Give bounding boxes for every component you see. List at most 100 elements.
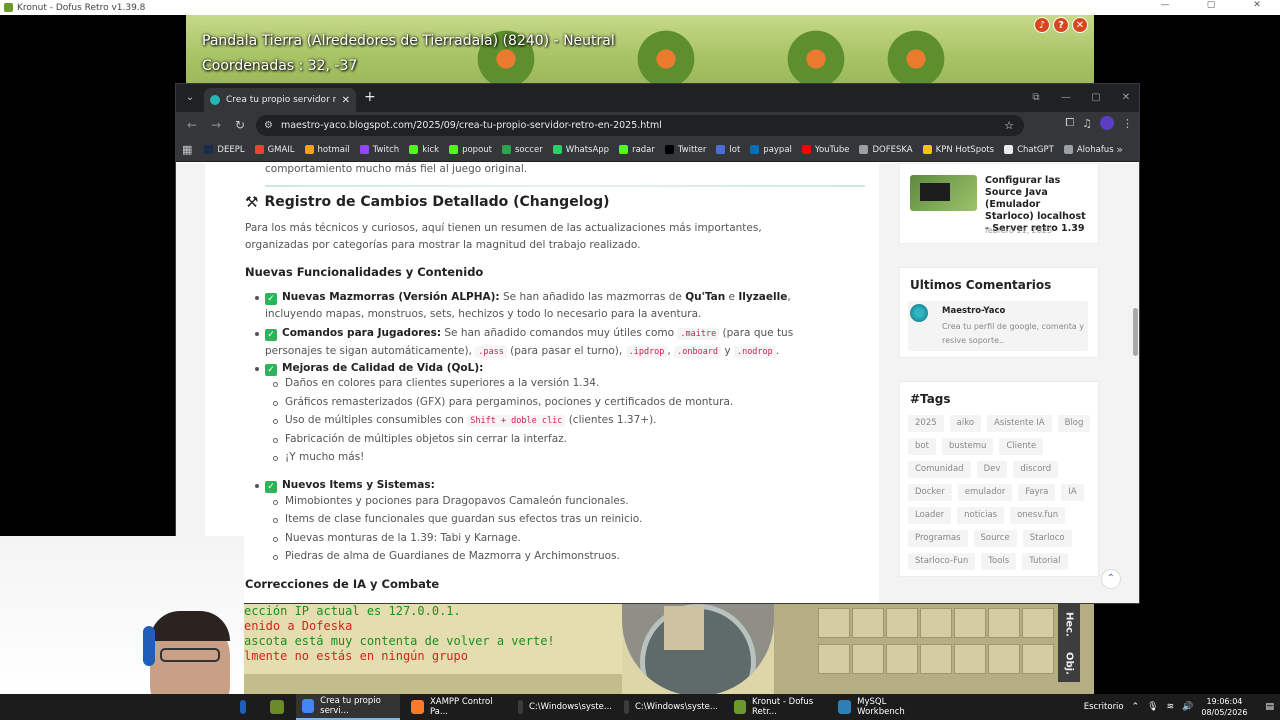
bookmark-deepl[interactable]: DEEPL <box>204 145 245 155</box>
media-icon[interactable]: ♫ <box>1082 117 1092 130</box>
bookmark-dofeska[interactable]: DOFESKA <box>859 145 913 155</box>
minimize-icon[interactable]: — <box>1051 84 1081 112</box>
new-tab-icon[interactable]: + <box>364 89 376 105</box>
taskbar-pinned-icon[interactable] <box>240 694 256 720</box>
tag-link[interactable]: onesv.fun <box>1010 507 1066 524</box>
page-scrollbar[interactable] <box>1133 308 1138 356</box>
tag-link[interactable]: Programas <box>908 530 968 547</box>
tab-active[interactable]: Crea tu propio servidor retro en 2025 ✕ <box>204 88 356 112</box>
desktop-label[interactable]: Escritorio <box>1084 702 1124 712</box>
tag-link[interactable]: bustemu <box>941 438 994 455</box>
taskbar-app[interactable]: XAMPP Control Pa... <box>405 694 507 720</box>
bookmark-kick[interactable]: kick <box>409 145 439 155</box>
tag-link[interactable]: Tools <box>981 553 1017 570</box>
bookmark-lot[interactable]: lot <box>716 145 740 155</box>
bookmark-kpn-hotspots[interactable]: KPN HotSpots <box>922 145 994 155</box>
tab-hechizos[interactable]: Hec. <box>1064 612 1075 637</box>
arrow-right-icon[interactable]: → <box>204 118 228 132</box>
tag-link[interactable]: noticias <box>957 507 1005 524</box>
cast-icon[interactable]: ⧉ <box>1021 84 1051 112</box>
chat-input-strip[interactable] <box>244 674 622 694</box>
inventory-slot[interactable] <box>988 608 1020 638</box>
tag-link[interactable]: Dev <box>976 461 1008 478</box>
inventory-slot[interactable] <box>920 644 952 674</box>
taskbar-app[interactable]: C:\Windows\syste... <box>512 694 612 720</box>
wifi-icon[interactable]: ≋ <box>1167 702 1175 712</box>
taskbar-app[interactable]: Crea tu propio servi... <box>296 694 400 720</box>
bookmark-popout[interactable]: popout <box>449 145 492 155</box>
bookmark-paypal[interactable]: paypal <box>750 145 792 155</box>
bookmark-twitch[interactable]: Twitch <box>359 145 399 155</box>
star-icon[interactable]: ☆ <box>1004 119 1014 132</box>
tag-link[interactable]: Starloco-Fun <box>908 553 976 570</box>
game-chat-log[interactable]: ección IP actual es 127.0.0.1. enido a D… <box>244 604 622 674</box>
menu-icon[interactable]: ⋮ <box>1122 117 1133 130</box>
inventory-slot[interactable] <box>886 644 918 674</box>
tag-link[interactable]: IA <box>1061 484 1084 501</box>
game-map-view[interactable]: Pandala Tierra (Alrededores de Tierradal… <box>186 15 1094 83</box>
tag-link[interactable]: Source <box>973 530 1017 547</box>
inventory-slot[interactable] <box>920 608 952 638</box>
bookmark-gmail[interactable]: GMAIL <box>254 145 295 155</box>
inventory-slot[interactable] <box>886 608 918 638</box>
tag-link[interactable]: aiko <box>949 415 982 432</box>
site-info-icon[interactable]: ⚙ <box>264 120 273 131</box>
tag-link[interactable]: Fayra <box>1018 484 1056 501</box>
inventory-slot[interactable] <box>988 644 1020 674</box>
tag-link[interactable]: 2025 <box>908 415 944 432</box>
volume-icon[interactable]: 🔊 <box>1182 702 1193 712</box>
comment-item[interactable]: Maestro-Yaco Crea tu perfil de google, c… <box>908 301 1088 351</box>
bookmarks-overflow-icon[interactable]: » <box>1116 143 1123 156</box>
tag-link[interactable]: Blog <box>1057 415 1091 432</box>
tag-link[interactable]: Starloco <box>1022 530 1072 547</box>
close-icon[interactable]: ✕ <box>1234 0 1280 10</box>
popular-post-card[interactable]: Configurar las Source Java (Emulador Sta… <box>899 163 1099 244</box>
address-url[interactable]: maestro-yaco.blogspot.com/2025/09/crea-t… <box>281 120 662 131</box>
bookmark-chatgpt[interactable]: ChatGPT <box>1004 145 1054 155</box>
bookmark-soccer[interactable]: soccer <box>502 145 543 155</box>
chevron-up-icon[interactable]: ⌃ <box>1101 569 1121 589</box>
bookmark-twitter[interactable]: Twitter <box>664 145 706 155</box>
inventory-slot[interactable] <box>852 608 884 638</box>
tag-link[interactable]: Tutorial <box>1022 553 1068 570</box>
comment-author[interactable]: Maestro-Yaco <box>942 306 1005 316</box>
address-bar[interactable]: ⚙ maestro-yaco.blogspot.com/2025/09/crea… <box>256 115 1024 136</box>
tab-objetos[interactable]: Obj. <box>1064 652 1075 675</box>
tag-link[interactable]: Asistente IA <box>987 415 1052 432</box>
maximize-icon[interactable]: ▢ <box>1188 0 1234 10</box>
inventory-slot[interactable] <box>1022 644 1054 674</box>
arrow-left-icon[interactable]: ← <box>180 118 204 132</box>
taskbar-pinned-icon[interactable] <box>270 694 290 720</box>
taskbar-app[interactable]: MySQL Workbench <box>832 694 932 720</box>
apps-grid-icon[interactable]: ▦ <box>182 143 192 156</box>
inventory-slot[interactable] <box>818 644 850 674</box>
inventory-slot[interactable] <box>954 608 986 638</box>
taskbar-app[interactable]: C:\Windows\syste... <box>618 694 718 720</box>
maximize-icon[interactable]: ▢ <box>1081 84 1111 112</box>
help-icon[interactable]: ? <box>1053 17 1069 33</box>
puzzle-icon[interactable]: ⧠ <box>1065 116 1074 130</box>
game-minimap-dial[interactable] <box>622 604 774 694</box>
inventory-slot[interactable] <box>1022 608 1054 638</box>
tag-link[interactable]: Cliente <box>999 438 1044 455</box>
close-icon[interactable]: ✕ <box>1111 84 1139 112</box>
chevron-up-icon[interactable]: ⌃ <box>1132 702 1140 712</box>
taskbar-app[interactable]: Kronut - Dofus Retr... <box>728 694 828 720</box>
tag-link[interactable]: bot <box>908 438 936 455</box>
microphone-icon[interactable]: 🎙 <box>1147 702 1158 712</box>
game-close-icon[interactable]: ✕ <box>1072 17 1088 33</box>
page-viewport[interactable]: comportamiento mucho más fiel al juego o… <box>176 163 1139 603</box>
mute-icon[interactable]: ♪ <box>1034 17 1050 33</box>
inventory-slot[interactable] <box>852 644 884 674</box>
notification-icon[interactable]: ▤ <box>1265 702 1274 712</box>
clock[interactable]: 19:06:04 08/05/2026 <box>1201 696 1247 718</box>
bookmark-whatsapp[interactable]: WhatsApp <box>552 145 609 155</box>
tab-search-icon[interactable]: ⌄ <box>182 90 198 106</box>
bookmark-youtube[interactable]: YouTube <box>801 145 849 155</box>
tag-link[interactable]: discord <box>1013 461 1059 478</box>
bookmark-hotmail[interactable]: hotmail <box>304 145 350 155</box>
tab-close-icon[interactable]: ✕ <box>342 95 350 106</box>
inventory-slot[interactable] <box>818 608 850 638</box>
profile-avatar[interactable] <box>1100 116 1114 130</box>
inventory-slot[interactable] <box>954 644 986 674</box>
